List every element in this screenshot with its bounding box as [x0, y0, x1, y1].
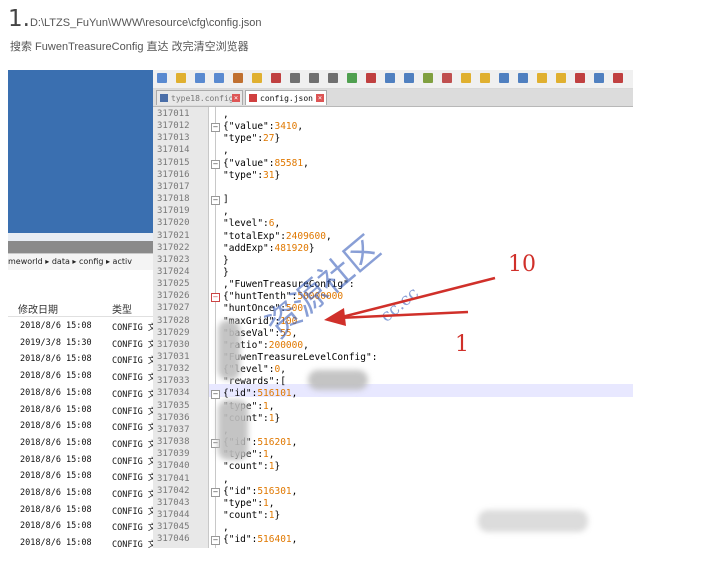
screenshot: meworld ▸ data ▸ config ▸ activ 修改日期 类型 …: [8, 70, 633, 548]
annotation-label-10: 10: [508, 252, 536, 277]
step-description: 搜索 FuwenTreasureConfig 直达 改完清空浏览器: [10, 41, 249, 53]
step-number: 1.: [8, 6, 30, 32]
annotation-label-1: 1: [455, 332, 469, 357]
step-heading: 1.D:\LTZS_FuYun\WWW\resource\cfg\config.…: [8, 6, 261, 32]
arrow-line-top: [337, 276, 496, 320]
arrow-head: [324, 308, 346, 326]
annotation-arrows: [324, 276, 496, 326]
config-file-path: D:\LTZS_FuYun\WWW\resource\cfg\config.js…: [29, 17, 262, 29]
